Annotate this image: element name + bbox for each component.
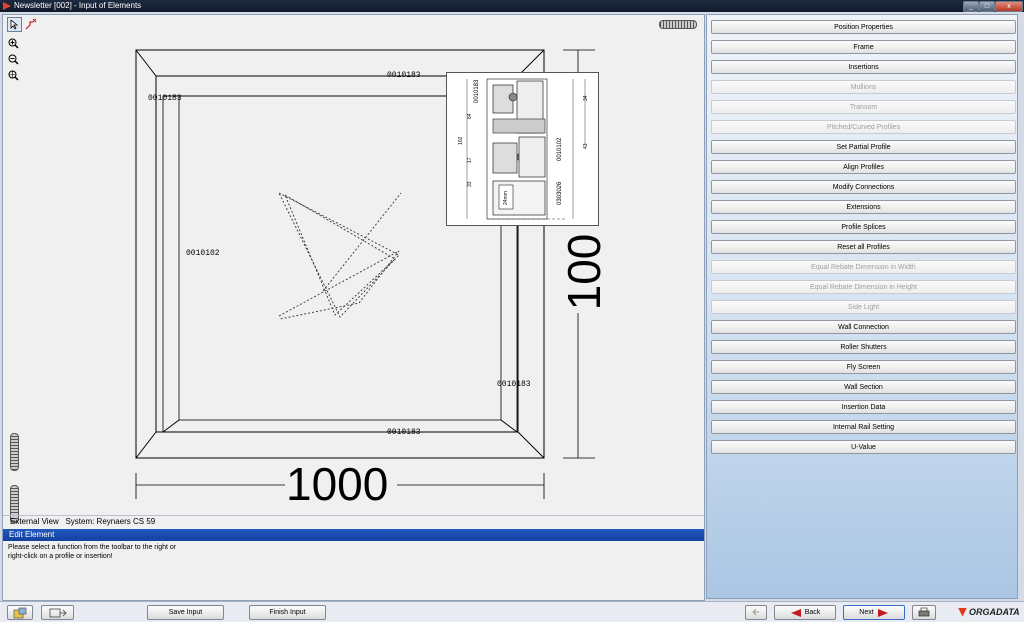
reset-all-profiles-button[interactable]: Reset all Profiles [711,240,1016,254]
save-input-button[interactable]: Save Input [147,605,224,620]
back-button[interactable]: Back [774,605,836,620]
internal-rail-setting-button[interactable]: Internal Rail Setting [711,420,1016,434]
select-pointer-icon[interactable] [7,17,22,32]
view-label: External View [10,517,59,526]
equal-rebate-height-button[interactable]: Equal Rebate Dimension in Height [711,280,1016,294]
measure-tool-icon[interactable] [24,17,37,30]
profile-label-top: 0010183 [387,71,421,80]
element-tools-icon[interactable] [41,605,74,620]
undo-icon[interactable] [745,605,767,620]
drawing-panel: 0010183 0010183 0010102 0010183 0010183 … [2,14,705,601]
edit-element-body: Please select a function from the toolba… [3,541,704,599]
back-label: Back [804,609,821,616]
edit-element-line2: right-click on a profile or insertion! [8,553,113,560]
width-dimension: 1000 [286,458,389,510]
frame-button[interactable]: Frame [711,40,1016,54]
insertion-data-button[interactable]: Insertion Data [711,400,1016,414]
set-partial-profile-button[interactable]: Set Partial Profile [711,140,1016,154]
zoom-fit-icon[interactable] [7,69,20,82]
edit-element-header: Edit Element [3,529,704,541]
detail-measure-4: 33 [467,181,473,187]
wall-section-button[interactable]: Wall Section [711,380,1016,394]
horizontal-drag-handle[interactable] [659,20,697,29]
close-button[interactable]: x [995,1,1023,12]
back-arrow-icon [790,608,801,617]
pitched-curved-profiles-button[interactable]: Pitched/Curved Profiles [711,120,1016,134]
profile-label-right-bottom: 0010183 [497,380,531,389]
detail-label-1: 0010183 [474,79,480,103]
minimize-button[interactable]: _ [963,1,979,12]
window-title: Newsletter [002] - Input of Elements [14,1,142,10]
print-icon[interactable] [912,605,936,620]
detail-label-2: 0010102 [557,137,563,161]
zoom-toolbar [3,33,23,523]
detail-label-3: 0303026 [557,181,563,205]
height-dimension: 100 [558,233,610,311]
maximize-button[interactable]: □ [979,1,995,12]
profile-section-detail: 0010183 0010102 0303026 64 102 17 33 34 … [446,72,599,226]
detail-measure-2: 102 [458,136,464,145]
wall-connection-button[interactable]: Wall Connection [711,320,1016,334]
next-button[interactable]: Next [843,605,905,620]
equal-rebate-width-button[interactable]: Equal Rebate Dimension in Width [711,260,1016,274]
align-profiles-button[interactable]: Align Profiles [711,160,1016,174]
next-arrow-icon [877,608,888,617]
status-line: External View System: Reynaers CS 59 [3,515,704,527]
function-panel: Position Properties Frame Insertions Mul… [706,14,1018,599]
next-label: Next [859,609,874,616]
app-icon [3,2,11,10]
insertions-button[interactable]: Insertions [711,60,1016,74]
calculator-icon[interactable] [7,605,33,620]
profile-splices-button[interactable]: Profile Splices [711,220,1016,234]
fly-screen-button[interactable]: Fly Screen [711,360,1016,374]
orgadata-logo: ORGADATA [958,607,1020,617]
detail-measure-5: 34 [583,95,589,101]
title-bar: Newsletter [002] - Input of Elements _ □… [0,0,1024,12]
detail-measure-7: 24mm [503,191,509,205]
detail-measure-1: 64 [467,113,473,119]
vertical-drag-handle-top[interactable] [10,433,19,471]
extensions-button[interactable]: Extensions [711,200,1016,214]
u-value-button[interactable]: U-Value [711,440,1016,454]
drawing-toolbar [3,15,704,33]
profile-label-bottom: 0010183 [387,428,421,437]
logo-text: ORGADATA [969,607,1020,617]
bottom-bar: Save Input Finish Input Back Next ORGADA… [0,601,1024,622]
profile-label-left-top: 0010183 [148,94,182,103]
position-properties-button[interactable]: Position Properties [711,20,1016,34]
detail-measure-6: 43 [583,143,589,149]
system-label: System: Reynaers CS 59 [65,517,156,526]
zoom-in-icon[interactable] [7,37,20,50]
mullions-button[interactable]: Mullions [711,80,1016,94]
modify-connections-button[interactable]: Modify Connections [711,180,1016,194]
edit-element-line1: Please select a function from the toolba… [8,544,177,551]
profile-label-left: 0010102 [186,249,220,258]
detail-measure-3: 17 [467,157,473,163]
finish-input-button[interactable]: Finish Input [249,605,326,620]
side-light-button[interactable]: Side Light [711,300,1016,314]
transom-button[interactable]: Transom [711,100,1016,114]
orgadata-logo-icon [958,607,967,617]
roller-shutters-button[interactable]: Roller Shutters [711,340,1016,354]
window-drawing[interactable]: 0010183 0010183 0010102 0010183 0010183 … [23,33,703,519]
zoom-out-icon[interactable] [7,53,20,66]
